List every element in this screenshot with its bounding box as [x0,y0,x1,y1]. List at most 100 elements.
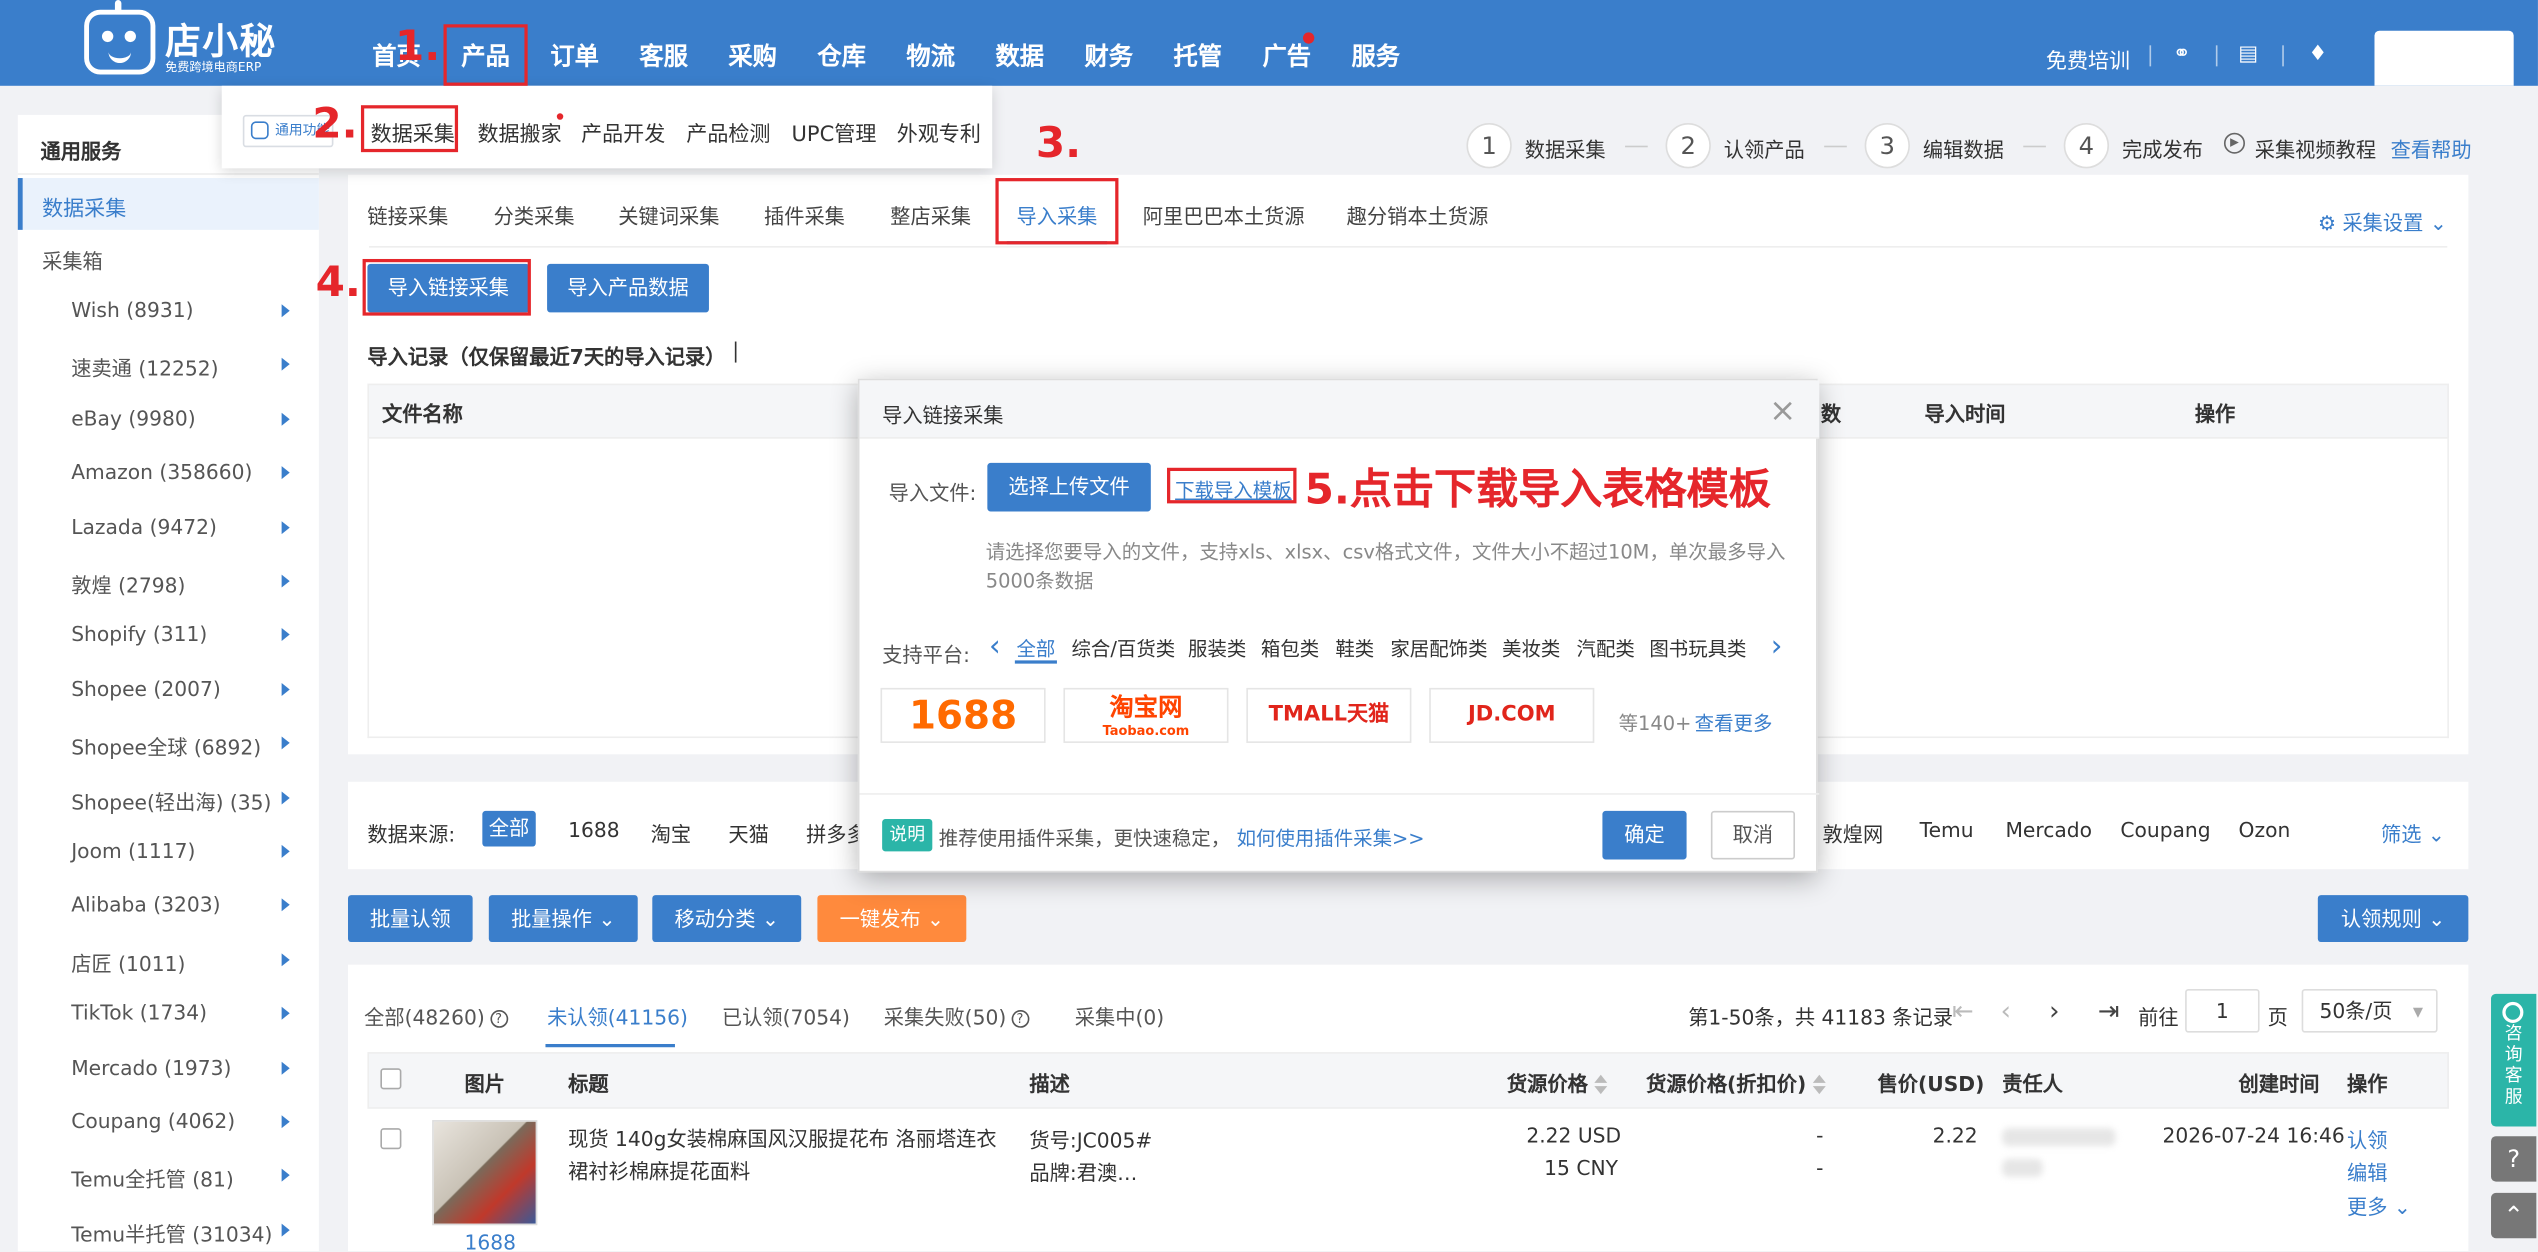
sidebar-item-data-collection[interactable]: 数据采集 [17,178,319,230]
claim-link[interactable]: 认领 [2347,1123,2387,1154]
sidebar-platform-item[interactable]: 敦煌 (2798) [71,568,185,599]
menu-item-design-patent[interactable]: 外观专利 [897,117,981,147]
category-apparel[interactable]: 服装类 [1188,634,1246,662]
headset-icon[interactable]: ⚭ [2171,43,2194,67]
nav-ads[interactable]: 广告 [1263,39,1312,73]
tab-keyword-collect[interactable]: 关键词采集 [618,199,719,230]
caret-right-icon[interactable] [281,736,290,750]
batch-operation-button[interactable]: 批量操作 ⌄ [488,895,638,943]
prev-page-icon[interactable]: ‹ [2001,995,2011,1026]
column-discount-price[interactable]: 货源价格(折扣价) [1646,1067,1826,1098]
help-link[interactable]: 查看帮助 [2391,133,2472,164]
logo-taobao[interactable]: 淘宝网 Taobao.com [1063,687,1229,743]
product-source-link[interactable]: 1688 [465,1230,516,1251]
category-beauty[interactable]: 美妆类 [1502,634,1560,662]
tab-qufenxiao-source[interactable]: 趣分销本土货源 [1347,199,1489,230]
category-general[interactable]: 综合/百货类 [1072,634,1176,662]
next-page-icon[interactable]: › [2049,995,2059,1026]
product-title[interactable]: 现货 140g女装棉麻国风汉服提花布 洛丽塔连衣裙衬衫棉麻提花面料 [568,1123,1002,1188]
help-icon[interactable]: ? [489,1010,508,1028]
menu-item-product-dev[interactable]: 产品开发 [581,117,665,147]
caret-right-icon[interactable] [281,1169,290,1183]
category-books-toys[interactable]: 图书玩具类 [1649,634,1746,662]
nav-hosting[interactable]: 托管 [1173,39,1222,73]
filter-button[interactable]: 筛选 ⌄ [2381,817,2445,848]
source-dhgate[interactable]: 敦煌网 [1823,817,1884,848]
column-source-price[interactable]: 货源价格 [1507,1067,1608,1098]
move-category-button[interactable]: 移动分类 ⌄ [652,895,802,943]
help-circle-icon[interactable]: ? [2491,1136,2537,1182]
tab-category-collect[interactable]: 分类采集 [494,199,575,230]
nav-orders[interactable]: 订单 [550,39,599,73]
tab-store-collect[interactable]: 整店采集 [890,199,971,230]
sidebar-platform-item[interactable]: 速卖通 (12252) [71,352,218,383]
caret-right-icon[interactable] [281,953,290,966]
source-mercado[interactable]: Mercado [2005,817,2092,841]
source-ozon[interactable]: Ozon [2239,817,2291,841]
robot-logo-icon[interactable] [84,9,156,75]
import-product-data-button[interactable]: 导入产品数据 [547,263,709,313]
last-page-icon[interactable]: ⇥ [2098,995,2120,1026]
sidebar-platform-item[interactable]: 店匠 (1011) [71,947,185,978]
back-to-top-icon[interactable]: ⌃ [2491,1192,2537,1239]
caret-right-icon[interactable] [281,844,290,858]
sidebar-platform-item[interactable]: Amazon (358660) [71,460,252,484]
category-shoes[interactable]: 鞋类 [1335,634,1374,662]
source-temu[interactable]: Temu [1920,817,1974,841]
sidebar-platform-item[interactable]: eBay (9980) [71,406,195,430]
caret-right-icon[interactable] [281,898,290,912]
more-menu[interactable]: 更多 ⌄ [2347,1190,2411,1221]
sidebar-platform-item[interactable]: Joom (1117) [71,838,195,862]
nav-data[interactable]: 数据 [995,39,1044,73]
caret-right-icon[interactable] [281,304,290,318]
per-page-select[interactable]: 50条/页 ▾ [2301,988,2438,1033]
menu-item-upc[interactable]: UPC管理 [791,117,876,147]
source-tmall[interactable]: 天猫 [728,817,768,848]
caret-right-icon[interactable] [281,628,290,642]
sidebar-platform-item[interactable]: Shopee全球 (6892) [71,730,261,761]
logo-jd[interactable]: JD.COM [1429,687,1595,743]
category-all[interactable]: 全部 [1016,634,1055,662]
sidebar-platform-item[interactable]: Alibaba (3203) [71,892,220,916]
chevron-right-icon[interactable]: › [1771,630,1783,664]
logo-name[interactable]: 店小秘 [165,13,277,65]
caret-right-icon[interactable] [281,1061,290,1075]
bell-icon[interactable]: ♦ [2307,43,2330,67]
sidebar-platform-item[interactable]: Shopee (2007) [71,676,220,700]
logo-tmall[interactable]: TMALL天猫 [1246,687,1412,743]
sidebar-platform-item[interactable]: Coupang (4062) [71,1109,235,1133]
status-tab-claimed[interactable]: 已认领(7054) [722,1000,850,1031]
sidebar-platform-item[interactable]: Temu全托管 (81) [71,1163,234,1194]
tab-plugin-collect[interactable]: 插件采集 [764,199,845,230]
page-number-input[interactable]: 1 [2185,988,2260,1033]
sort-icon[interactable] [1594,1074,1608,1095]
source-taobao[interactable]: 淘宝 [651,817,691,848]
select-all-checkbox[interactable] [380,1068,402,1090]
nav-service[interactable]: 客服 [639,39,688,73]
claim-rules-button[interactable]: 认领规则 ⌄ [2317,895,2469,943]
category-bags[interactable]: 箱包类 [1261,634,1319,662]
caret-right-icon[interactable] [281,790,290,804]
nav-purchase[interactable]: 采购 [728,39,777,73]
first-page-icon[interactable]: ⇤ [1952,995,1974,1026]
caret-right-icon[interactable] [281,466,290,480]
close-icon[interactable]: × [1769,390,1796,429]
video-tutorial-link[interactable]: 采集视频教程 [2255,133,2376,164]
view-more-link[interactable]: 查看更多 [1695,709,1773,737]
help-icon[interactable]: ? [1011,1010,1029,1028]
sidebar-platform-item[interactable]: Shopify (311) [71,622,207,646]
one-click-publish-button[interactable]: 一键发布 ⌄ [817,895,967,943]
nav-services[interactable]: 服务 [1352,39,1401,73]
caret-right-icon[interactable] [281,682,290,696]
source-all[interactable]: 全部 [482,810,536,847]
category-home[interactable]: 家居配饰类 [1390,634,1487,662]
category-auto[interactable]: 汽配类 [1577,634,1635,662]
status-tab-all[interactable]: 全部(48260)? [364,1000,508,1031]
play-icon[interactable]: ▶ [2223,132,2245,154]
user-menu[interactable] [2374,30,2514,86]
edit-link[interactable]: 编辑 [2347,1156,2387,1187]
sidebar-collection-box[interactable]: 采集箱 [42,244,103,275]
free-training-link[interactable]: 免费培训 [2046,44,2130,74]
sort-icon[interactable] [1812,1074,1826,1095]
tab-alibaba-source[interactable]: 阿里巴巴本土货源 [1143,199,1305,230]
